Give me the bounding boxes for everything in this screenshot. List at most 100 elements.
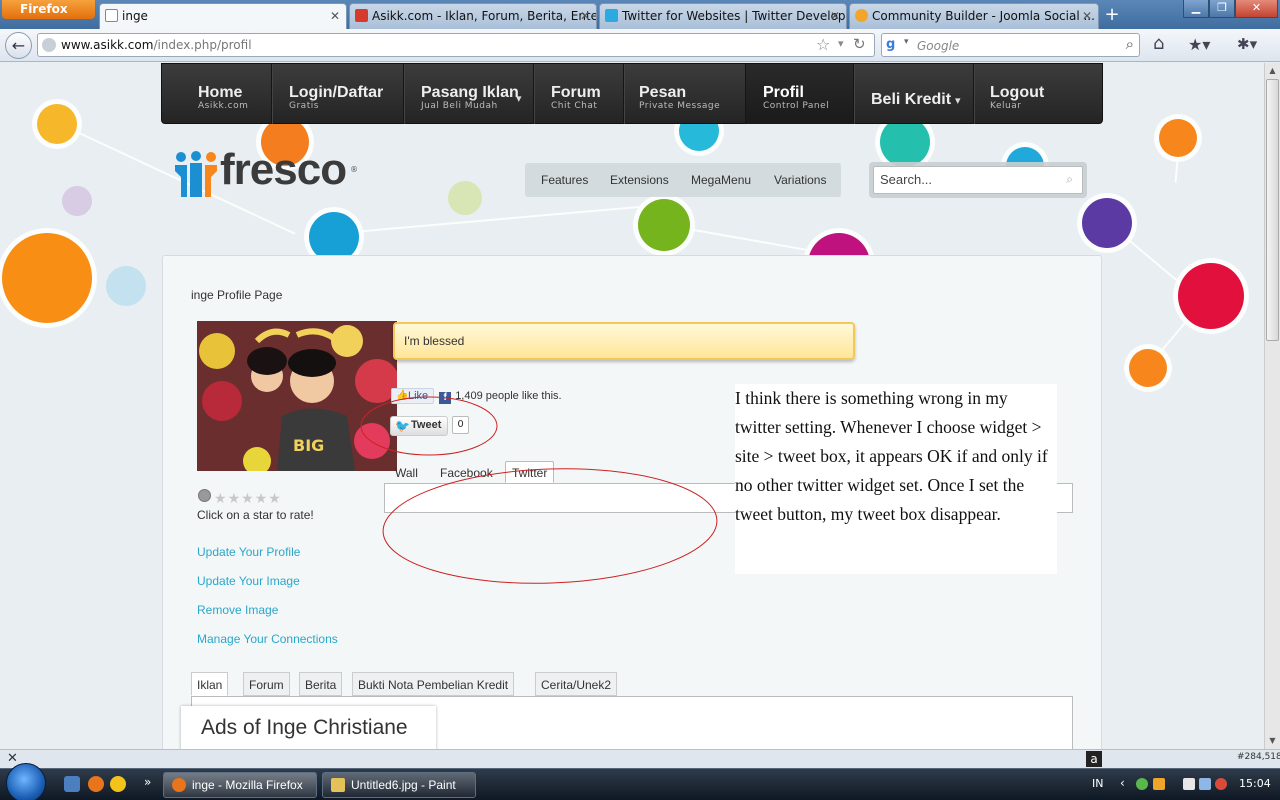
tab-asikk[interactable]: Asikk.com - Iklan, Forum, Berita, Ente..… bbox=[349, 3, 597, 29]
clock[interactable]: 15:04 bbox=[1239, 777, 1271, 790]
menu-subtitle: Chit Chat bbox=[551, 101, 598, 111]
sub-menu-extensions[interactable]: Extensions bbox=[610, 173, 669, 187]
close-icon[interactable]: ✕ bbox=[330, 4, 340, 28]
menu-title: Pesan bbox=[639, 84, 687, 101]
task-paint[interactable]: Untitled6.jpg - Paint bbox=[322, 772, 476, 798]
firefox-icon[interactable] bbox=[88, 776, 104, 792]
decor-bubble bbox=[106, 266, 146, 306]
tab-twitter[interactable]: Twitter bbox=[505, 461, 555, 483]
chevron-left-icon[interactable]: ‹ bbox=[1120, 776, 1125, 790]
url-text: www.asikk.com/index.php/profil bbox=[61, 38, 252, 52]
site-search-box: Search... ⌕ bbox=[869, 162, 1087, 198]
facebook-like-button[interactable]: 👍 Like bbox=[391, 388, 435, 404]
tab-cerita[interactable]: Cerita/Unek2 bbox=[535, 672, 618, 696]
back-button[interactable]: ← bbox=[5, 32, 32, 59]
google-icon[interactable]: g bbox=[886, 37, 902, 53]
menu-item-logout[interactable]: Logout Keluar bbox=[974, 64, 1102, 124]
tab-inge[interactable]: inge ✕ bbox=[99, 3, 347, 29]
scrollbar-thumb[interactable] bbox=[1266, 79, 1279, 341]
addon-icon[interactable]: ✱▾ bbox=[1237, 35, 1257, 53]
navigation-toolbar: ← www.asikk.com/index.php/profil ☆ ▾ ↻ g… bbox=[0, 29, 1280, 62]
star-icon[interactable]: ★ bbox=[214, 491, 227, 507]
tab-berita[interactable]: Berita bbox=[299, 672, 343, 696]
thumbs-up-icon: 👍 bbox=[396, 390, 409, 401]
menu-item-forum[interactable]: Forum Chit Chat bbox=[534, 64, 624, 124]
maximize-button[interactable]: ❐ bbox=[1209, 0, 1235, 18]
decor-bubble bbox=[1159, 119, 1197, 157]
menu-item-beli-kredit[interactable]: Beli Kredit ▾ bbox=[854, 64, 974, 124]
menu-item-login[interactable]: Login/Daftar Gratis bbox=[272, 64, 404, 124]
menu-subtitle: Private Message bbox=[639, 101, 721, 111]
decor-bubble bbox=[62, 186, 92, 216]
home-icon[interactable]: ⌂ bbox=[1153, 33, 1164, 54]
star-icon[interactable]: ★ bbox=[228, 491, 241, 507]
decor-bubble bbox=[2, 233, 92, 323]
star-icon[interactable]: ★ bbox=[241, 491, 254, 507]
addon-a-icon[interactable]: a bbox=[1086, 751, 1102, 767]
star-icon[interactable]: ★ bbox=[268, 491, 281, 507]
window-close-button[interactable]: ✕ bbox=[1235, 0, 1278, 18]
scroll-down-icon[interactable]: ▼ bbox=[1265, 733, 1280, 749]
tweet-button[interactable]: 🐦 Tweet bbox=[390, 416, 449, 436]
bookmarks-icon[interactable]: ★▾ bbox=[1188, 35, 1210, 54]
star-icon[interactable]: ★ bbox=[255, 491, 268, 507]
manage-connections-link[interactable]: Manage Your Connections bbox=[197, 632, 338, 646]
vertical-scrollbar[interactable]: ▲ ▼ bbox=[1264, 63, 1280, 749]
close-icon[interactable]: ✕ bbox=[830, 4, 840, 28]
sub-menu-features[interactable]: Features bbox=[541, 173, 588, 187]
rating-hint: Click on a star to rate! bbox=[197, 508, 314, 522]
close-icon[interactable]: ✕ bbox=[7, 751, 18, 766]
search-icon[interactable]: ⌕ bbox=[1126, 35, 1134, 53]
update-image-link[interactable]: Update Your Image bbox=[197, 574, 300, 588]
chevron-right-icon[interactable]: » bbox=[144, 775, 151, 789]
tab-twitter[interactable]: Twitter for Websites | Twitter Develop..… bbox=[599, 3, 847, 29]
bookmark-star-icon[interactable]: ☆ bbox=[816, 35, 830, 54]
language-indicator[interactable]: IN bbox=[1092, 777, 1103, 790]
firefox-menu-button[interactable]: Firefox bbox=[2, 0, 95, 19]
menu-item-pesan[interactable]: Pesan Private Message bbox=[624, 64, 746, 124]
start-button[interactable] bbox=[6, 763, 46, 800]
tab-wall[interactable]: Wall bbox=[389, 462, 424, 484]
tab-forum[interactable]: Forum bbox=[243, 672, 290, 696]
reload-icon[interactable]: ↻ bbox=[853, 35, 866, 53]
reset-rating-icon[interactable] bbox=[198, 489, 211, 502]
tab-iklan[interactable]: Iklan bbox=[191, 672, 229, 696]
taskbar: » inge - Mozilla Firefox Untitled6.jpg -… bbox=[0, 763, 1280, 800]
update-profile-link[interactable]: Update Your Profile bbox=[197, 545, 300, 559]
shirt-print: BIG bbox=[293, 436, 324, 455]
remove-image-link[interactable]: Remove Image bbox=[197, 603, 278, 617]
task-firefox[interactable]: inge - Mozilla Firefox bbox=[163, 772, 317, 798]
menu-item-profil[interactable]: Profil Control Panel bbox=[746, 64, 854, 124]
tab-bukti-nota[interactable]: Bukti Nota Pembelian Kredit bbox=[352, 672, 515, 696]
chevron-down-icon[interactable]: ▾ bbox=[904, 37, 909, 47]
tab-community-builder[interactable]: Community Builder - Joomla Social ... ✕ bbox=[849, 3, 1099, 29]
menu-item-home[interactable]: Home Asikk.com bbox=[162, 64, 272, 124]
menu-item-pasang-iklan[interactable]: Pasang Iklan Jual Beli Mudah ▾ bbox=[404, 64, 534, 124]
close-icon[interactable]: ✕ bbox=[580, 4, 590, 28]
sub-menu-variations[interactable]: Variations bbox=[774, 173, 826, 187]
menu-subtitle: Asikk.com bbox=[198, 101, 249, 111]
volume-icon[interactable] bbox=[1215, 778, 1227, 790]
minimize-button[interactable]: ▁ bbox=[1183, 0, 1209, 18]
close-icon[interactable]: ✕ bbox=[1082, 4, 1092, 28]
search-icon[interactable]: ⌕ bbox=[1066, 172, 1073, 187]
tray-app-icon[interactable] bbox=[1136, 778, 1148, 790]
new-tab-button[interactable]: + bbox=[1101, 5, 1123, 27]
menu-title: Login/Daftar bbox=[289, 84, 384, 101]
messenger-icon[interactable] bbox=[110, 776, 126, 792]
tweet-label: Tweet bbox=[411, 419, 442, 431]
menu-subtitle: Control Panel bbox=[763, 101, 830, 111]
sub-menu: Features Extensions MegaMenu Variations bbox=[525, 163, 841, 197]
tray-app-icon[interactable] bbox=[1153, 778, 1165, 790]
decor-bubble bbox=[1178, 263, 1244, 329]
site-search-input[interactable]: Search... bbox=[873, 166, 1083, 194]
sub-menu-megamenu[interactable]: MegaMenu bbox=[691, 173, 751, 187]
chevron-down-icon[interactable]: ▾ bbox=[838, 37, 844, 50]
show-desktop-icon[interactable] bbox=[64, 776, 80, 792]
url-bar[interactable]: www.asikk.com/index.php/profil ☆ ▾ ↻ bbox=[37, 33, 875, 57]
scroll-up-icon[interactable]: ▲ bbox=[1265, 63, 1280, 79]
tab-facebook[interactable]: Facebook bbox=[434, 462, 499, 484]
network-icon[interactable] bbox=[1199, 778, 1211, 790]
browser-search-bar[interactable]: g ▾ Google ⌕ bbox=[881, 33, 1140, 57]
tray-app-icon[interactable] bbox=[1183, 778, 1195, 790]
